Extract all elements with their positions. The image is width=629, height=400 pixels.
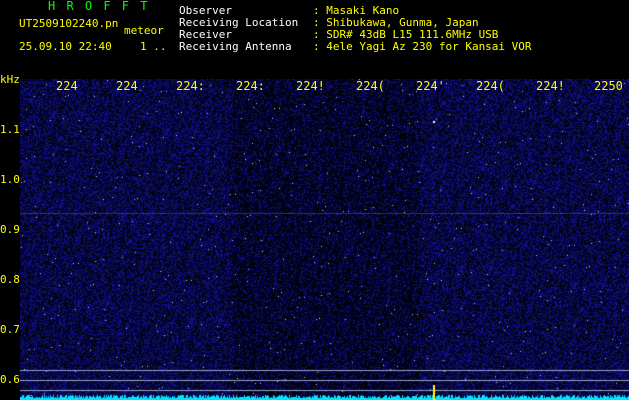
y-tick: 0.7	[0, 323, 20, 336]
x-tick: 224:	[236, 79, 265, 93]
y-tick: 0.9	[0, 223, 20, 236]
x-tick: 224!	[536, 79, 565, 93]
x-tick: 224(	[356, 79, 385, 93]
antenna-value: : 4ele Yagi Az 230 for Kansai VOR	[313, 40, 532, 53]
spectrogram[interactable]	[20, 79, 629, 400]
datetime: 25.09.10 22:40	[19, 40, 112, 53]
x-tick: 224!	[296, 79, 325, 93]
app-title: H R O F F T	[48, 0, 150, 13]
y-tick: 0.8	[0, 273, 20, 286]
y-tick: 1.0	[0, 173, 20, 186]
x-tick: 224	[56, 79, 78, 93]
antenna-label: Receiving Antenna	[179, 40, 292, 53]
x-tick: 2250	[594, 79, 623, 93]
y-tick: 1.1	[0, 123, 20, 136]
counter: 1 ..	[140, 40, 167, 53]
x-tick: 224:	[176, 79, 205, 93]
x-tick: 224(	[476, 79, 505, 93]
x-tick: 224	[116, 79, 138, 93]
y-unit-label: kHz	[0, 73, 20, 86]
x-tick: 224'	[416, 79, 445, 93]
file-name: UT2509102240.pn	[19, 17, 119, 30]
y-tick: 0.6	[0, 373, 20, 386]
mode-label: meteor	[124, 24, 164, 37]
